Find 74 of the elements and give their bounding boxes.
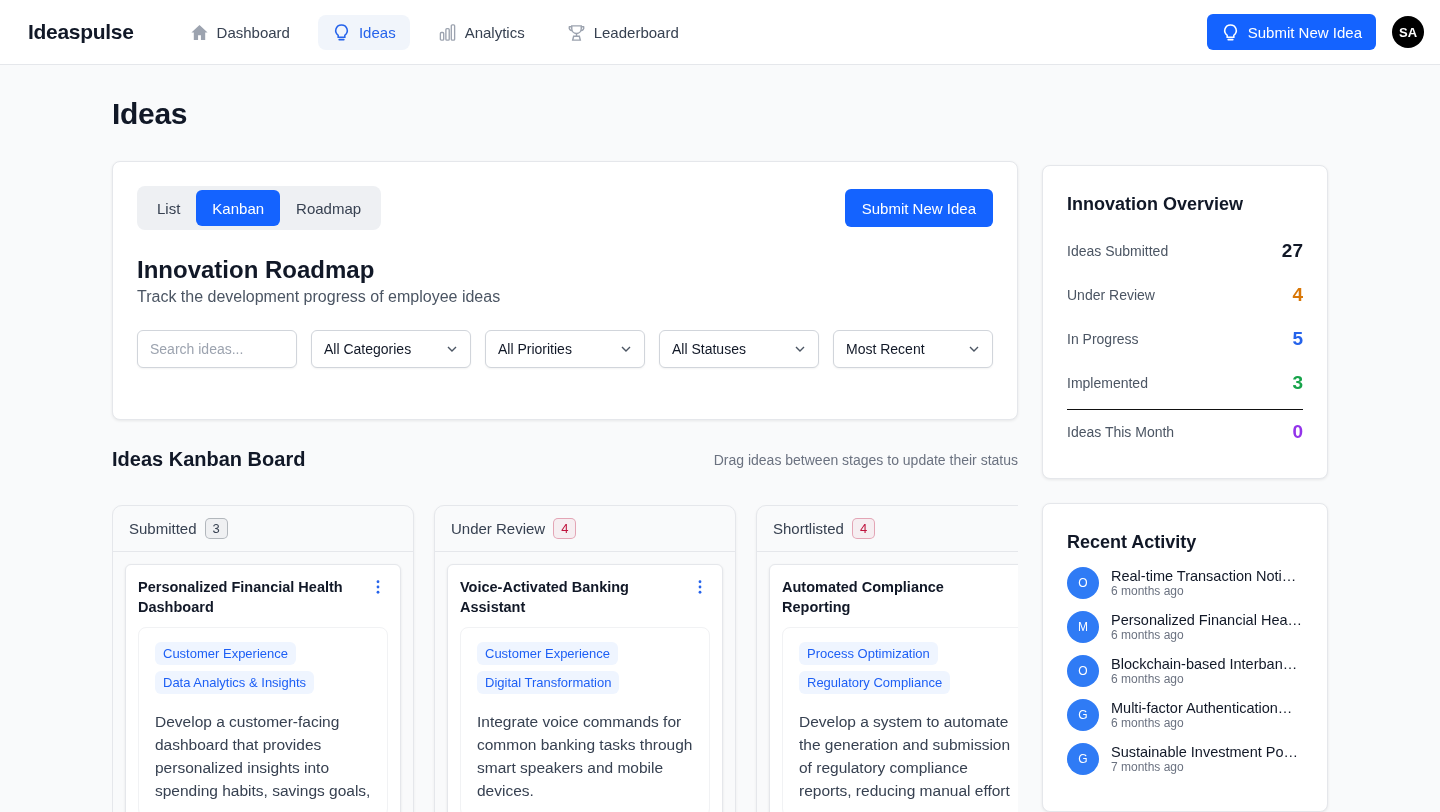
card-title: Innovation Overview (1067, 194, 1245, 215)
filter-dropdown[interactable]: All Categories (311, 330, 471, 368)
submit-idea-button[interactable]: Submit New Idea (844, 189, 993, 227)
count-badge: 4 (553, 518, 577, 539)
home-icon (189, 22, 209, 42)
activity-title[interactable]: Personalized Financial Hea… (1111, 612, 1302, 628)
stat-label: In Progress (1067, 331, 1139, 347)
stat-label: Implemented (1067, 375, 1148, 391)
nav-link[interactable]: Dashboard (175, 14, 304, 50)
column-title: Submitted (129, 520, 197, 537)
stat-label: Under Review (1067, 287, 1155, 303)
idea-description: Develop a system to automate the generation and submission of regulatory compliance reports, reducing manual effort (799, 712, 1012, 801)
count-badge: 4 (851, 518, 876, 539)
section-subtitle: Track the development progress of employee ideas (137, 288, 502, 306)
board-hint: Drag ideas between stages to update their status (713, 451, 1018, 468)
filter-dropdown[interactable]: Most Recent (833, 330, 993, 368)
idea-title: Voice-Activated Banking Assistant (460, 578, 630, 617)
submit-idea-button[interactable]: Submit New Idea (1206, 14, 1376, 50)
user-avatar: O (1067, 567, 1099, 599)
stat-value: 27 (1281, 240, 1303, 262)
activity-title[interactable]: Multi-factor Authentication… (1111, 700, 1293, 716)
nav-link[interactable]: Leaderboard (552, 14, 693, 50)
more-options-icon[interactable] (698, 580, 702, 594)
count-badge: 3 (204, 518, 228, 539)
activity-time: 7 months ago (1111, 760, 1185, 774)
view-tab[interactable]: Kanban (196, 190, 281, 226)
idea-description: Integrate voice commands for common banking tasks through smart speakers and mobile devices. (477, 712, 693, 801)
activity-time: 6 months ago (1111, 672, 1185, 686)
brand-logo[interactable]: Ideaspulse (28, 20, 134, 44)
nav-link[interactable]: Ideas (317, 14, 410, 50)
activity-time: 6 months ago (1111, 584, 1185, 598)
stat-label: Ideas Submitted (1067, 243, 1169, 259)
bar-chart-icon (437, 22, 457, 42)
idea-description: Develop a customer-facing dashboard that provides personalized insights into spending habits, savings goals, (155, 712, 371, 801)
activity-time: 6 months ago (1111, 716, 1185, 730)
nav-link[interactable]: Analytics (423, 14, 539, 50)
view-tab[interactable]: List (141, 190, 197, 226)
user-avatar: M (1067, 611, 1099, 643)
board-title: Ideas Kanban Board (112, 448, 306, 471)
column-title: Under Review (451, 520, 546, 537)
card-title: Recent Activity (1067, 532, 1198, 553)
idea-card[interactable]: Voice-Activated Banking Assistant Customer Experience Digital Transformation Integrate voice commands for common banking tasks through smart speakers and mobile devices. (447, 564, 723, 812)
idea-title: Automated Compliance Reporting (782, 578, 945, 617)
category-tag: Digital Transformation (477, 671, 620, 694)
search-field[interactable]: Search ideas... (137, 330, 297, 368)
page-title: Ideas (112, 97, 189, 131)
user-avatar: G (1067, 743, 1099, 775)
user-avatar: O (1067, 655, 1099, 687)
column-title: Shortlisted (773, 520, 844, 537)
filter-dropdown[interactable]: All Statuses (659, 330, 819, 368)
idea-title: Personalized Financial Health Dashboard (138, 578, 344, 617)
category-tag: Data Analytics & Insights (155, 671, 315, 694)
activity-title[interactable]: Real-time Transaction Noti… (1111, 568, 1297, 584)
idea-card[interactable]: Personalized Financial Health Dashboard Customer Experience Data Analytics & Insights Develop a customer-facing dashboard that provides personalized insights into spending habits, savings goals, (125, 564, 401, 812)
category-tag: Customer Experience (477, 642, 618, 665)
stat-value: 5 (1292, 328, 1303, 350)
trophy-icon (566, 22, 586, 42)
idea-card[interactable]: Automated Compliance Reporting Process Optimization Regulatory Compliance Develop a system to automate the generation and submission of regulatory compliance reports, reducing manual effort (769, 564, 1018, 812)
more-options-icon[interactable] (376, 580, 380, 594)
view-tab[interactable]: Roadmap (280, 190, 378, 226)
filter-dropdown[interactable]: All Priorities (485, 330, 645, 368)
activity-title[interactable]: Blockchain-based Interban… (1111, 656, 1298, 672)
section-title: Innovation Roadmap (137, 256, 376, 284)
activity-time: 6 months ago (1111, 628, 1185, 642)
category-tag: Process Optimization (799, 642, 938, 665)
category-tag: Customer Experience (155, 642, 296, 665)
stat-label: Ideas This Month (1067, 424, 1175, 440)
stat-value: 4 (1292, 284, 1303, 306)
activity-title[interactable]: Sustainable Investment Po… (1111, 744, 1298, 760)
user-avatar[interactable]: SA (1392, 16, 1424, 48)
stat-value: 0 (1292, 421, 1303, 443)
stat-value: 3 (1292, 372, 1303, 394)
user-avatar: G (1067, 699, 1099, 731)
category-tag: Regulatory Compliance (799, 671, 951, 694)
